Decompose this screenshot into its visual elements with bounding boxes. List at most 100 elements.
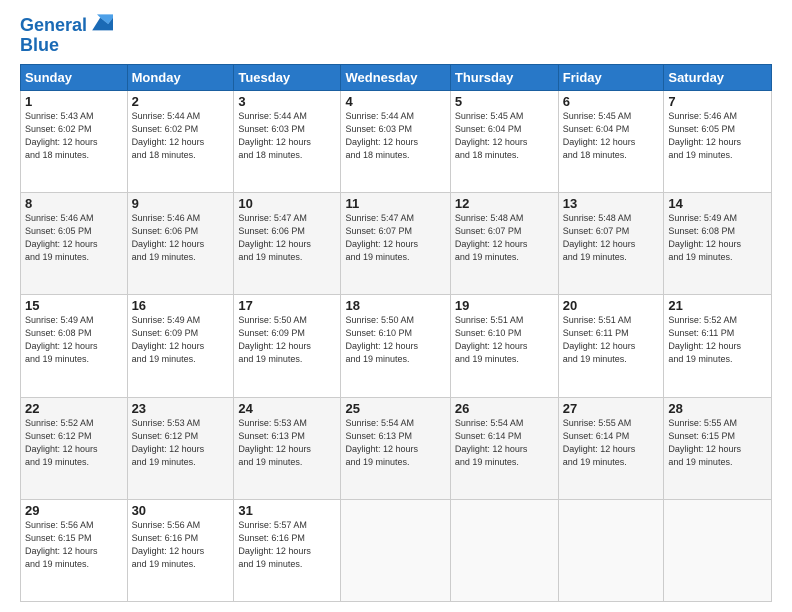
- calendar-cell: [341, 499, 450, 601]
- day-number: 7: [668, 94, 767, 109]
- weekday-header-thursday: Thursday: [450, 64, 558, 90]
- weekday-header-sunday: Sunday: [21, 64, 128, 90]
- day-info: Sunrise: 5:46 AMSunset: 6:05 PMDaylight:…: [668, 111, 741, 160]
- calendar-cell: 23Sunrise: 5:53 AMSunset: 6:12 PMDayligh…: [127, 397, 234, 499]
- logo-blue-text: Blue: [20, 36, 113, 56]
- day-number: 28: [668, 401, 767, 416]
- day-info: Sunrise: 5:44 AMSunset: 6:03 PMDaylight:…: [238, 111, 311, 160]
- logo-icon: [89, 14, 113, 34]
- weekday-header-friday: Friday: [558, 64, 664, 90]
- day-number: 26: [455, 401, 554, 416]
- day-info: Sunrise: 5:48 AMSunset: 6:07 PMDaylight:…: [563, 213, 636, 262]
- day-number: 10: [238, 196, 336, 211]
- day-info: Sunrise: 5:47 AMSunset: 6:06 PMDaylight:…: [238, 213, 311, 262]
- calendar-table: SundayMondayTuesdayWednesdayThursdayFrid…: [20, 64, 772, 602]
- weekday-header-monday: Monday: [127, 64, 234, 90]
- day-info: Sunrise: 5:53 AMSunset: 6:13 PMDaylight:…: [238, 418, 311, 467]
- calendar-cell: 15Sunrise: 5:49 AMSunset: 6:08 PMDayligh…: [21, 295, 128, 397]
- day-info: Sunrise: 5:56 AMSunset: 6:15 PMDaylight:…: [25, 520, 98, 569]
- day-info: Sunrise: 5:45 AMSunset: 6:04 PMDaylight:…: [455, 111, 528, 160]
- calendar-cell: 3 Sunrise: 5:44 AMSunset: 6:03 PMDaylight…: [234, 90, 341, 192]
- calendar-cell: 16Sunrise: 5:49 AMSunset: 6:09 PMDayligh…: [127, 295, 234, 397]
- weekday-header-wednesday: Wednesday: [341, 64, 450, 90]
- calendar-cell: 22 Sunrise: 5:52 AMSunset: 6:12 PMDayligh…: [21, 397, 128, 499]
- calendar-week-1: 1 Sunrise: 5:43 AMSunset: 6:02 PMDaylight…: [21, 90, 772, 192]
- logo: General Blue: [20, 16, 113, 56]
- day-info: Sunrise: 5:52 AMSunset: 6:11 PMDaylight:…: [668, 315, 741, 364]
- day-number: 5: [455, 94, 554, 109]
- day-info: Sunrise: 5:55 AMSunset: 6:15 PMDaylight:…: [668, 418, 741, 467]
- day-number: 17: [238, 298, 336, 313]
- day-number: 19: [455, 298, 554, 313]
- calendar-cell: 20Sunrise: 5:51 AMSunset: 6:11 PMDayligh…: [558, 295, 664, 397]
- calendar-cell: 18 Sunrise: 5:50 AMSunset: 6:10 PMDayligh…: [341, 295, 450, 397]
- day-number: 30: [132, 503, 230, 518]
- day-number: 1: [25, 94, 123, 109]
- calendar-cell: [664, 499, 772, 601]
- day-info: Sunrise: 5:48 AMSunset: 6:07 PMDaylight:…: [455, 213, 528, 262]
- day-info: Sunrise: 5:54 AMSunset: 6:13 PMDaylight:…: [345, 418, 418, 467]
- calendar-cell: 17Sunrise: 5:50 AMSunset: 6:09 PMDayligh…: [234, 295, 341, 397]
- calendar-cell: 31Sunrise: 5:57 AMSunset: 6:16 PMDayligh…: [234, 499, 341, 601]
- day-info: Sunrise: 5:52 AMSunset: 6:12 PMDaylight:…: [25, 418, 98, 467]
- calendar-cell: 8 Sunrise: 5:46 AMSunset: 6:05 PMDaylight…: [21, 193, 128, 295]
- day-info: Sunrise: 5:46 AMSunset: 6:06 PMDaylight:…: [132, 213, 205, 262]
- day-number: 25: [345, 401, 445, 416]
- day-number: 20: [563, 298, 660, 313]
- day-number: 29: [25, 503, 123, 518]
- day-info: Sunrise: 5:45 AMSunset: 6:04 PMDaylight:…: [563, 111, 636, 160]
- day-number: 13: [563, 196, 660, 211]
- day-info: Sunrise: 5:50 AMSunset: 6:10 PMDaylight:…: [345, 315, 418, 364]
- day-number: 3: [238, 94, 336, 109]
- calendar-cell: 7 Sunrise: 5:46 AMSunset: 6:05 PMDaylight…: [664, 90, 772, 192]
- day-info: Sunrise: 5:54 AMSunset: 6:14 PMDaylight:…: [455, 418, 528, 467]
- calendar-cell: 14 Sunrise: 5:49 AMSunset: 6:08 PMDayligh…: [664, 193, 772, 295]
- day-info: Sunrise: 5:47 AMSunset: 6:07 PMDaylight:…: [345, 213, 418, 262]
- day-number: 2: [132, 94, 230, 109]
- day-number: 31: [238, 503, 336, 518]
- day-number: 18: [345, 298, 445, 313]
- day-info: Sunrise: 5:49 AMSunset: 6:09 PMDaylight:…: [132, 315, 205, 364]
- calendar-week-5: 29 Sunrise: 5:56 AMSunset: 6:15 PMDayligh…: [21, 499, 772, 601]
- calendar-cell: 6 Sunrise: 5:45 AMSunset: 6:04 PMDaylight…: [558, 90, 664, 192]
- calendar-cell: 30Sunrise: 5:56 AMSunset: 6:16 PMDayligh…: [127, 499, 234, 601]
- day-info: Sunrise: 5:49 AMSunset: 6:08 PMDaylight:…: [668, 213, 741, 262]
- day-info: Sunrise: 5:43 AMSunset: 6:02 PMDaylight:…: [25, 111, 98, 160]
- calendar-week-3: 15Sunrise: 5:49 AMSunset: 6:08 PMDayligh…: [21, 295, 772, 397]
- day-number: 22: [25, 401, 123, 416]
- weekday-header-saturday: Saturday: [664, 64, 772, 90]
- calendar-header-row: SundayMondayTuesdayWednesdayThursdayFrid…: [21, 64, 772, 90]
- day-info: Sunrise: 5:53 AMSunset: 6:12 PMDaylight:…: [132, 418, 205, 467]
- calendar-cell: 10 Sunrise: 5:47 AMSunset: 6:06 PMDayligh…: [234, 193, 341, 295]
- calendar-cell: 19 Sunrise: 5:51 AMSunset: 6:10 PMDayligh…: [450, 295, 558, 397]
- header: General Blue: [20, 16, 772, 56]
- day-info: Sunrise: 5:51 AMSunset: 6:10 PMDaylight:…: [455, 315, 528, 364]
- day-number: 14: [668, 196, 767, 211]
- calendar-cell: 9 Sunrise: 5:46 AMSunset: 6:06 PMDaylight…: [127, 193, 234, 295]
- day-number: 21: [668, 298, 767, 313]
- day-info: Sunrise: 5:55 AMSunset: 6:14 PMDaylight:…: [563, 418, 636, 467]
- calendar-cell: 21 Sunrise: 5:52 AMSunset: 6:11 PMDayligh…: [664, 295, 772, 397]
- day-number: 6: [563, 94, 660, 109]
- day-number: 27: [563, 401, 660, 416]
- calendar-week-4: 22 Sunrise: 5:52 AMSunset: 6:12 PMDayligh…: [21, 397, 772, 499]
- day-number: 9: [132, 196, 230, 211]
- calendar-cell: 27 Sunrise: 5:55 AMSunset: 6:14 PMDayligh…: [558, 397, 664, 499]
- day-number: 12: [455, 196, 554, 211]
- calendar-cell: [558, 499, 664, 601]
- calendar-cell: 4 Sunrise: 5:44 AMSunset: 6:03 PMDaylight…: [341, 90, 450, 192]
- calendar-cell: 12 Sunrise: 5:48 AMSunset: 6:07 PMDayligh…: [450, 193, 558, 295]
- day-info: Sunrise: 5:49 AMSunset: 6:08 PMDaylight:…: [25, 315, 98, 364]
- day-number: 8: [25, 196, 123, 211]
- day-info: Sunrise: 5:44 AMSunset: 6:03 PMDaylight:…: [345, 111, 418, 160]
- calendar-cell: 1 Sunrise: 5:43 AMSunset: 6:02 PMDaylight…: [21, 90, 128, 192]
- weekday-header-tuesday: Tuesday: [234, 64, 341, 90]
- calendar-week-2: 8 Sunrise: 5:46 AMSunset: 6:05 PMDaylight…: [21, 193, 772, 295]
- calendar-cell: 24Sunrise: 5:53 AMSunset: 6:13 PMDayligh…: [234, 397, 341, 499]
- calendar-cell: 26 Sunrise: 5:54 AMSunset: 6:14 PMDayligh…: [450, 397, 558, 499]
- calendar-cell: 29 Sunrise: 5:56 AMSunset: 6:15 PMDayligh…: [21, 499, 128, 601]
- day-number: 4: [345, 94, 445, 109]
- calendar-cell: 28 Sunrise: 5:55 AMSunset: 6:15 PMDayligh…: [664, 397, 772, 499]
- calendar-cell: 2Sunrise: 5:44 AMSunset: 6:02 PMDaylight…: [127, 90, 234, 192]
- day-info: Sunrise: 5:46 AMSunset: 6:05 PMDaylight:…: [25, 213, 98, 262]
